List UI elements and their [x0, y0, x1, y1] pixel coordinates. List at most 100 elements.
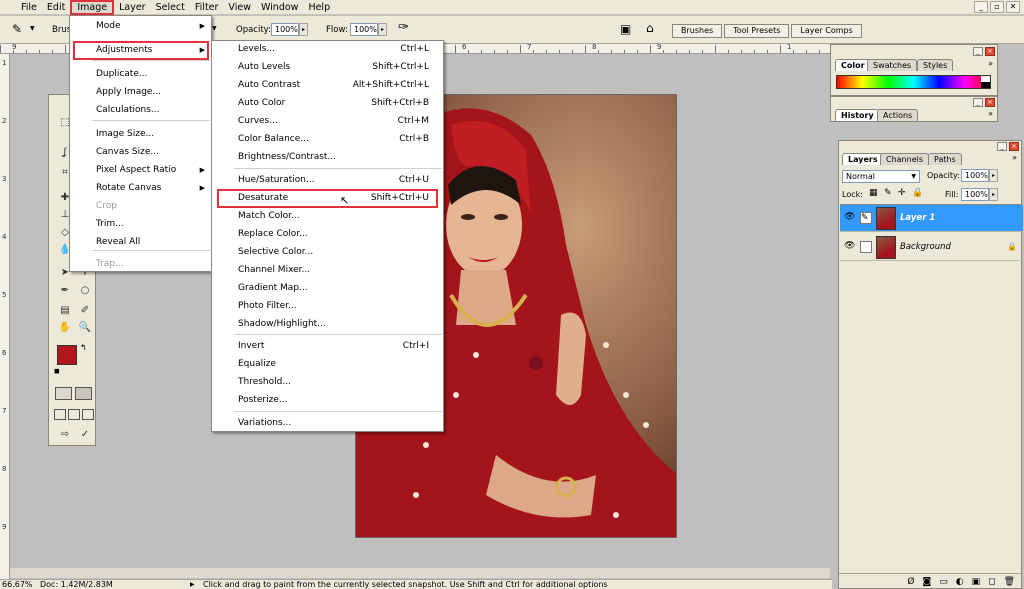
shape-tool-icon[interactable]: ○: [77, 283, 93, 298]
menu-help[interactable]: Help: [303, 0, 335, 15]
fill-input[interactable]: 100%: [961, 188, 989, 201]
tab-actions[interactable]: Actions: [877, 109, 919, 121]
airbrush-icon[interactable]: ✑: [398, 20, 409, 35]
layers-panel-minimize-icon[interactable]: _: [997, 142, 1007, 151]
image-menu-item-pixel-aspect-ratio[interactable]: Pixel Aspect Ratio ▶: [70, 162, 211, 179]
imageready-icon[interactable]: ⇨: [57, 427, 73, 442]
adjustments-item-hue-saturation[interactable]: Hue/Saturation... Ctrl+U: [212, 172, 443, 189]
hand-tool-icon[interactable]: ✋: [57, 320, 73, 335]
adjustment-layer-icon[interactable]: ◐: [956, 577, 964, 587]
image-menu-item-trim[interactable]: Trim...: [70, 216, 211, 233]
color-panel-minimize-icon[interactable]: _: [973, 47, 983, 56]
lock-all-icon[interactable]: 🔒: [912, 188, 923, 198]
image-menu-item-apply-image[interactable]: Apply Image...: [70, 84, 211, 101]
adjustments-item-selective-color[interactable]: Selective Color...: [212, 244, 443, 261]
image-menu-item-calculations[interactable]: Calculations...: [70, 102, 211, 119]
image-menu-item-image-size[interactable]: Image Size...: [70, 126, 211, 143]
jump-to-icon[interactable]: ✓: [77, 427, 93, 442]
color-panel-close-icon[interactable]: ✕: [985, 47, 995, 56]
adjustments-item-replace-color[interactable]: Replace Color...: [212, 226, 443, 243]
menu-select[interactable]: Select: [151, 0, 190, 15]
adjustments-item-auto-color[interactable]: Auto Color Shift+Ctrl+B: [212, 95, 443, 112]
tab-channels[interactable]: Channels: [880, 153, 930, 165]
tool-preset-dropdown-icon[interactable]: ▼: [30, 25, 35, 32]
standard-mode-icon[interactable]: [55, 387, 72, 400]
color-ramp[interactable]: [836, 75, 991, 89]
default-colors-icon[interactable]: ◼: [54, 367, 60, 375]
adjustments-item-variations[interactable]: Variations...: [212, 415, 443, 432]
flow-arrow-icon[interactable]: ▸: [378, 23, 387, 36]
layers-panel-menu-icon[interactable]: »: [1012, 153, 1017, 162]
layer-row[interactable]: 👁 ✎ Layer 1: [840, 205, 1023, 232]
screen-mode-full-icon[interactable]: [82, 409, 94, 420]
well-tab-tool-presets[interactable]: Tool Presets: [724, 24, 790, 38]
screen-mode-standard-icon[interactable]: [54, 409, 66, 420]
layer-mask-icon[interactable]: ◙: [922, 577, 931, 587]
zoom-tool-icon[interactable]: 🔍: [77, 320, 93, 335]
adjustments-item-gradient-map[interactable]: Gradient Map...: [212, 280, 443, 297]
image-menu-item-reveal-all[interactable]: Reveal All: [70, 234, 211, 251]
fill-arrow-icon[interactable]: ▸: [989, 188, 998, 201]
history-panel-menu-icon[interactable]: »: [988, 109, 993, 118]
adjustments-item-shadow-highlight[interactable]: Shadow/Highlight...: [212, 316, 443, 333]
status-menu-arrow-icon[interactable]: ▶: [190, 580, 195, 589]
menu-layer[interactable]: Layer: [114, 0, 151, 15]
trash-icon[interactable]: 🗑: [1004, 577, 1015, 587]
flow-input[interactable]: 100%: [350, 23, 378, 36]
layers-opacity-input[interactable]: 100%: [961, 169, 989, 182]
opacity-input[interactable]: 100%: [271, 23, 299, 36]
menu-edit[interactable]: Edit: [42, 0, 70, 15]
adjustments-item-match-color[interactable]: Match Color...: [212, 208, 443, 225]
menu-file[interactable]: File: [16, 0, 42, 15]
eye-icon[interactable]: 👁: [844, 241, 855, 251]
adjustments-item-levels[interactable]: Levels... Ctrl+L: [212, 41, 443, 58]
tab-layers[interactable]: Layers: [842, 153, 884, 165]
image-menu-item-rotate-canvas[interactable]: Rotate Canvas ▶: [70, 180, 211, 197]
adjustments-item-curves[interactable]: Curves... Ctrl+M: [212, 113, 443, 130]
pen-tool-icon[interactable]: ✒: [57, 283, 73, 298]
layer-set-icon[interactable]: ▭: [939, 577, 948, 587]
well-tab-brushes[interactable]: Brushes: [672, 24, 723, 38]
mode-dropdown-icon[interactable]: ▼: [212, 25, 217, 32]
swap-colors-icon[interactable]: ↰: [80, 343, 87, 352]
layer-row[interactable]: 👁 Background 🔒: [840, 234, 1023, 261]
adjustments-item-auto-levels[interactable]: Auto Levels Shift+Ctrl+L: [212, 59, 443, 76]
adjustments-item-channel-mixer[interactable]: Channel Mixer...: [212, 262, 443, 279]
tab-history[interactable]: History: [835, 109, 880, 121]
adjustments-item-threshold[interactable]: Threshold...: [212, 374, 443, 391]
layer-style-icon[interactable]: Ø: [907, 577, 914, 587]
lock-position-icon[interactable]: ✛: [898, 188, 906, 198]
image-menu-item-mode[interactable]: Mode ▶: [70, 18, 211, 35]
eyedropper-tool-icon[interactable]: ✐: [77, 303, 93, 318]
black-swatch[interactable]: [981, 82, 990, 88]
minimize-icon[interactable]: _: [974, 1, 988, 13]
folder-icon[interactable]: ▣: [972, 577, 981, 587]
menu-image[interactable]: Image: [70, 0, 115, 15]
tab-paths[interactable]: Paths: [928, 153, 962, 165]
menu-window[interactable]: Window: [256, 0, 303, 15]
tab-styles[interactable]: Styles: [917, 59, 954, 71]
history-panel-close-icon[interactable]: ✕: [985, 98, 995, 107]
blend-mode-select[interactable]: Normal ▼: [842, 170, 920, 183]
horizontal-scrollbar[interactable]: [10, 568, 830, 578]
adjustments-item-invert[interactable]: Invert Ctrl+I: [212, 338, 443, 355]
layer-link-icon[interactable]: [860, 241, 872, 253]
adjustments-item-posterize[interactable]: Posterize...: [212, 392, 443, 409]
layers-opacity-arrow-icon[interactable]: ▸: [989, 169, 998, 182]
lock-image-icon[interactable]: ✎: [884, 188, 892, 198]
notes-tool-icon[interactable]: ▤: [57, 303, 73, 318]
history-panel-minimize-icon[interactable]: _: [973, 98, 983, 107]
brush-tool-icon[interactable]: ✎: [12, 22, 22, 36]
well-tab-layer-comps[interactable]: Layer Comps: [791, 24, 862, 38]
adjustments-item-photo-filter[interactable]: Photo Filter...: [212, 298, 443, 315]
image-menu-item-canvas-size[interactable]: Canvas Size...: [70, 144, 211, 161]
menu-view[interactable]: View: [223, 0, 256, 15]
color-panel-menu-icon[interactable]: »: [988, 59, 993, 68]
adjustments-item-equalize[interactable]: Equalize: [212, 356, 443, 373]
adjustments-item-auto-contrast[interactable]: Auto Contrast Alt+Shift+Ctrl+L: [212, 77, 443, 94]
eye-icon[interactable]: 👁: [844, 212, 855, 222]
adjustments-item-brightness-contrast[interactable]: Brightness/Contrast...: [212, 149, 443, 166]
adjustments-item-color-balance[interactable]: Color Balance... Ctrl+B: [212, 131, 443, 148]
layers-panel-close-icon[interactable]: ✕: [1009, 142, 1019, 151]
image-menu-item-duplicate[interactable]: Duplicate...: [70, 66, 211, 83]
